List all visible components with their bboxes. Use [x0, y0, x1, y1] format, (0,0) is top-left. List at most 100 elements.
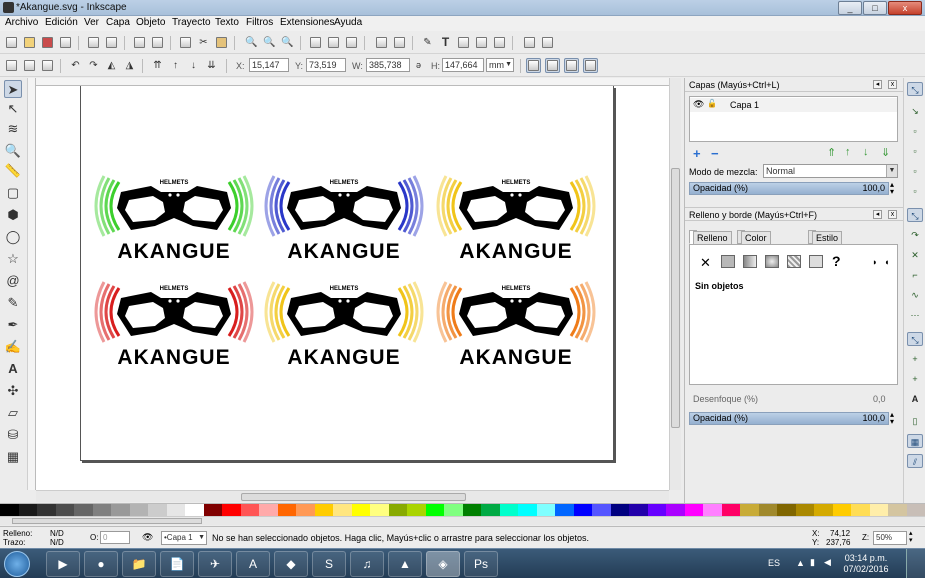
zoom-tool-icon[interactable]: 🔍 — [4, 142, 22, 160]
snap-toggle-icon[interactable]: ⤡ — [907, 82, 923, 96]
snap-bbox-icon[interactable]: ↘ — [907, 104, 923, 118]
layer-to-top-icon[interactable]: ⇑ — [827, 146, 836, 159]
zoom-page-icon[interactable]: 🔍 — [280, 35, 295, 50]
palette-swatch[interactable] — [555, 504, 574, 516]
spin-arrows-icon[interactable]: ▴ ▾ — [909, 530, 913, 544]
pen-tool-icon[interactable]: ✒ — [4, 316, 22, 334]
paste-icon[interactable] — [214, 35, 229, 50]
volume-icon[interactable]: ◀ — [824, 557, 831, 568]
menu-archivo[interactable]: Archivo — [5, 17, 38, 28]
rectangle-tool-icon[interactable]: ▢ — [4, 184, 22, 202]
layer-raise-icon[interactable]: ↑ — [845, 146, 851, 158]
palette-swatch[interactable] — [703, 504, 722, 516]
snap-rotation-center-icon[interactable]: + — [907, 372, 923, 386]
palette-swatch[interactable] — [499, 504, 518, 516]
snap-intersection-icon[interactable]: ✕ — [907, 248, 923, 262]
menu-objeto[interactable]: Objeto — [136, 17, 165, 28]
clock-date[interactable]: 07/02/2016 — [836, 564, 896, 574]
horizontal-scrollbar[interactable] — [36, 490, 669, 502]
palette-swatch[interactable] — [629, 504, 648, 516]
palette-swatch[interactable] — [222, 504, 241, 516]
palette-swatch[interactable] — [74, 504, 93, 516]
palette-swatch[interactable] — [277, 504, 296, 516]
move-patterns-icon[interactable] — [583, 58, 598, 73]
palette-swatch[interactable] — [906, 504, 925, 516]
open-file-icon[interactable] — [22, 35, 37, 50]
snap-path-icon[interactable]: ↷ — [907, 228, 923, 242]
tab-stroke-paint[interactable]: Color de trazo — [737, 230, 771, 269]
rotate-cw-icon[interactable]: ↷ — [86, 58, 101, 73]
lower-icon[interactable]: ↓ — [186, 58, 201, 73]
palette-swatch[interactable] — [203, 504, 222, 516]
fill-rule-evenodd-icon[interactable]: ◗ — [872, 257, 877, 267]
palette-swatch[interactable] — [166, 504, 185, 516]
taskbar-app-0[interactable]: ▶ — [46, 551, 80, 577]
fill-opacity-slider[interactable]: Opacidad (%) 100,0 — [689, 412, 889, 425]
eye-icon[interactable]: 👁 — [693, 99, 704, 110]
palette-swatch[interactable] — [888, 504, 907, 516]
unlink-clone-icon[interactable] — [344, 35, 359, 50]
menu-filtros[interactable]: Filtros — [246, 17, 273, 28]
palette-swatch[interactable] — [148, 504, 167, 516]
palette-swatch[interactable] — [610, 504, 629, 516]
palette-swatch[interactable] — [259, 504, 278, 516]
select-all-icon[interactable] — [4, 58, 19, 73]
vertical-scrollbar[interactable] — [669, 78, 681, 490]
rotate-ccw-icon[interactable]: ↶ — [68, 58, 83, 73]
selector-tool-icon[interactable]: ➤ — [4, 80, 22, 98]
panel-iconify-icon[interactable]: ◂ — [873, 210, 882, 219]
remove-layer-icon[interactable]: − — [711, 146, 719, 161]
import-icon[interactable] — [86, 35, 101, 50]
fill-stroke-icon[interactable]: ✎ — [420, 35, 435, 50]
y-field[interactable]: 73,519 — [306, 58, 346, 72]
blur-value[interactable]: 0,0 — [873, 394, 886, 404]
palette-swatch[interactable] — [795, 504, 814, 516]
paint-bucket-tool-icon[interactable]: ⛁ — [4, 426, 22, 444]
export-icon[interactable] — [104, 35, 119, 50]
panel-close-icon[interactable]: x — [888, 210, 897, 219]
ungroup-icon[interactable] — [392, 35, 407, 50]
menu-ayuda[interactable]: Ayuda — [334, 17, 362, 28]
snap-bbox-corner-icon[interactable]: ▫ — [907, 144, 923, 158]
minimize-button[interactable]: _ — [838, 1, 862, 15]
ellipse-tool-icon[interactable]: ◯ — [4, 228, 22, 246]
flip-horizontal-icon[interactable]: ◭ — [104, 58, 119, 73]
document-preferences-icon[interactable] — [522, 35, 537, 50]
palette-swatch[interactable] — [536, 504, 555, 516]
tray-arrow-icon[interactable]: ▲ — [796, 558, 805, 568]
text-font-icon[interactable]: T — [438, 35, 453, 50]
scale-stroke-icon[interactable] — [526, 58, 541, 73]
new-document-icon[interactable] — [4, 35, 19, 50]
snap-smooth-icon[interactable]: ∿ — [907, 288, 923, 302]
layer-to-bottom-icon[interactable]: ⇓ — [881, 146, 890, 159]
xml-editor-icon[interactable] — [456, 35, 471, 50]
palette-swatch[interactable] — [333, 504, 352, 516]
layer-lower-icon[interactable]: ↓ — [863, 146, 869, 158]
palette-swatch[interactable] — [444, 504, 463, 516]
zoom-field[interactable]: 50% — [873, 531, 907, 545]
palette-swatch[interactable] — [758, 504, 777, 516]
palette-swatch[interactable] — [573, 504, 592, 516]
spiral-tool-icon[interactable]: @ — [4, 272, 22, 290]
object-properties-icon[interactable] — [492, 35, 507, 50]
duplicate-icon[interactable] — [308, 35, 323, 50]
palette-swatch[interactable] — [592, 504, 611, 516]
print-icon[interactable] — [58, 35, 73, 50]
layer-row[interactable]: 👁 🔓 Capa 1 — [690, 98, 897, 112]
cut-icon[interactable]: ✂ — [196, 35, 211, 50]
scale-corners-icon[interactable] — [545, 58, 560, 73]
palette-swatch[interactable] — [814, 504, 833, 516]
select-all-layers-icon[interactable] — [22, 58, 37, 73]
raise-to-top-icon[interactable]: ⇈ — [150, 58, 165, 73]
opacity-status-field[interactable]: 0 — [100, 531, 130, 544]
w-field[interactable]: 385,738 — [366, 58, 410, 72]
taskbar-app-4[interactable]: ✈ — [198, 551, 232, 577]
palette-swatch[interactable] — [777, 504, 796, 516]
taskbar-app-6[interactable]: ◆ — [274, 551, 308, 577]
snap-nodes-icon[interactable]: ⤡ — [907, 208, 923, 222]
lock-icon[interactable]: 🔓 — [707, 99, 717, 108]
language-indicator[interactable]: ES — [768, 558, 780, 568]
show-desktop-button[interactable] — [906, 549, 925, 578]
close-button[interactable]: x — [888, 1, 922, 15]
panel-iconify-icon[interactable]: ◂ — [873, 80, 882, 89]
